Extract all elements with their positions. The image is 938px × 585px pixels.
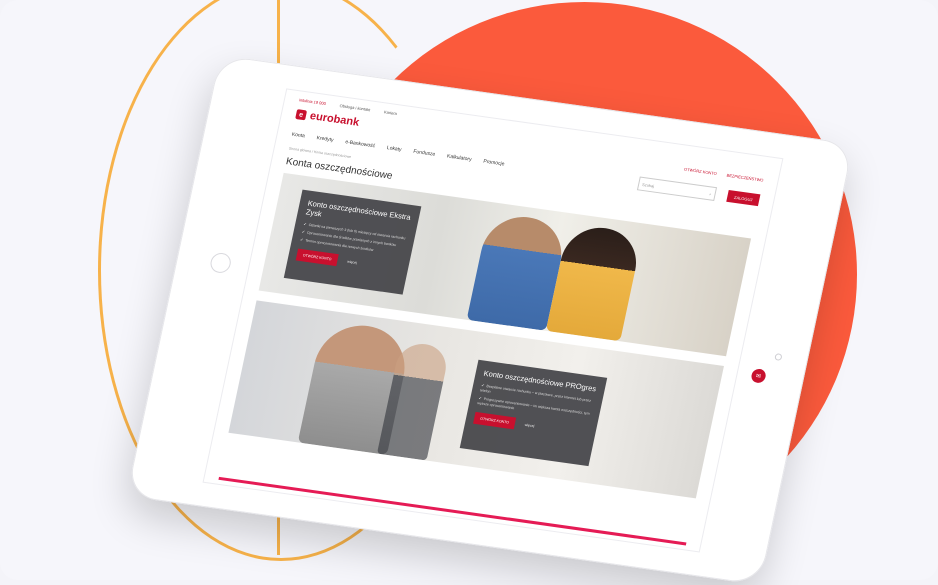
nav-item-fundusze[interactable]: Fundusze <box>413 149 436 158</box>
nav-item-konta[interactable]: Konta <box>291 132 305 140</box>
tablet-home-button <box>208 251 233 275</box>
tablet-screen: infolinia 19 000 Obsługa i kontakt Karie… <box>202 88 784 553</box>
more-link[interactable]: więcej <box>524 423 534 428</box>
search-placeholder: Szukaj <box>641 181 655 188</box>
nav-item-kredyty[interactable]: Kredyty <box>316 135 334 143</box>
promo-card-progres: Konto oszczędnościowe PROgres Bezpłatne … <box>459 359 608 467</box>
promo-card-ekstra-zysk: Konto oszczędnościowe Ekstra Zysk Odsetk… <box>283 189 422 295</box>
logo-icon: e <box>295 109 308 121</box>
search-icon: ⌕ <box>708 190 713 197</box>
nav-item-lokaty[interactable]: Lokaty <box>386 145 402 153</box>
tablet-mockup: ✉ infolinia 19 000 Obsługa i kontakt Kar… <box>126 54 854 585</box>
tablet-camera <box>774 353 783 361</box>
nav-item-ebankowosc[interactable]: e-Bankowość <box>345 139 376 149</box>
open-account-button[interactable]: OTWÓRZ KONTO <box>473 411 517 430</box>
open-account-link[interactable]: OTWÓRZ KONTO <box>684 166 718 176</box>
more-link[interactable]: więcej <box>347 260 357 265</box>
hero-photo-woman <box>545 223 644 342</box>
open-account-button[interactable]: OTWÓRZ KONTO <box>295 248 339 267</box>
tablet-body: ✉ infolinia 19 000 Obsługa i kontakt Kar… <box>126 54 854 585</box>
nav-item-kalkulatory[interactable]: Kalkulatory <box>446 153 472 162</box>
chat-fab-icon[interactable]: ✉ <box>750 368 767 384</box>
nav-item-promocje[interactable]: Promocje <box>483 159 505 168</box>
